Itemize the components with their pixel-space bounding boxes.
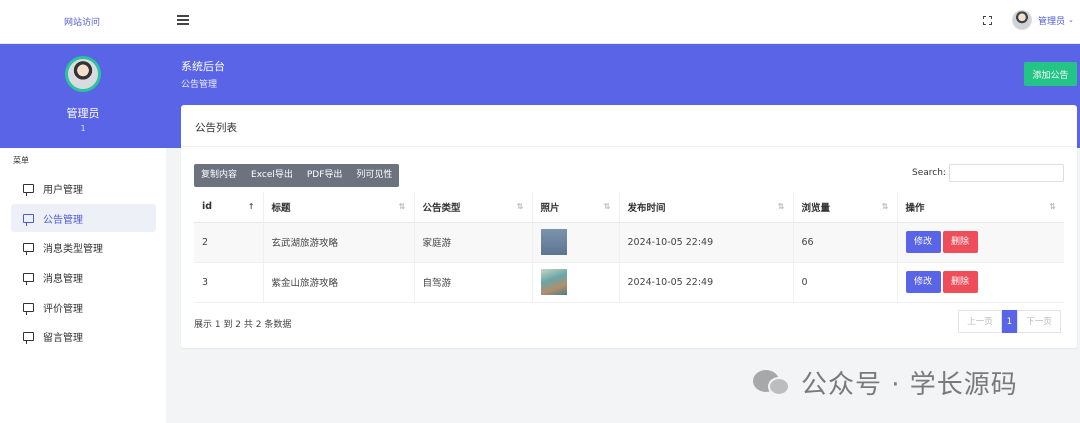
search-label: Search: [912, 168, 946, 178]
cell-type: 自驾游 [414, 262, 533, 303]
sidebar-item-label: 公告管理 [43, 214, 83, 226]
sidebar-item-label: 消息管理 [43, 273, 83, 285]
excel-export-button[interactable]: Excel导出 [244, 164, 300, 187]
sidebar-item-label: 评价管理 [43, 303, 83, 315]
search-input[interactable] [949, 164, 1064, 182]
chat-bubble-icon [23, 272, 34, 285]
next-page-button[interactable]: 下一页 [1017, 310, 1061, 333]
cell-actions: 修改 删除 [897, 222, 1064, 263]
add-notice-button[interactable]: 添加公告 [1024, 62, 1077, 86]
profile-name: 管理员 [66, 107, 100, 120]
sidebar-item-notice-management[interactable]: 公告管理 [11, 204, 156, 232]
column-header-type[interactable]: 公告类型 ⇅ [414, 192, 533, 223]
cell-views: 0 [793, 262, 898, 303]
cell-photo [532, 222, 620, 263]
user-name: 管理员 [1038, 16, 1066, 27]
notice-table: id ↑ 标题 ⇅ 公告类型 ⇅ 照片 ⇅ 发布时间 ⇅ 浏览量 ⇅ 操作 ⇅ 2 玄武湖旅游… [194, 192, 1064, 303]
prev-page-button[interactable]: 上一页 [958, 310, 1002, 333]
sort-arrows-icon: ⇅ [777, 202, 785, 211]
column-header-title[interactable]: 标题 ⇅ [263, 192, 415, 223]
hamburger-icon[interactable] [177, 15, 189, 25]
sort-arrows-icon: ⇅ [881, 202, 889, 211]
sort-arrows-icon: ⇅ [398, 202, 406, 211]
card-title: 公告列表 [195, 122, 237, 134]
delete-button[interactable]: 删除 [942, 231, 978, 253]
chat-bubble-icon [23, 183, 34, 196]
column-header-time[interactable]: 发布时间 ⇅ [619, 192, 794, 223]
sidebar-item-label: 留言管理 [43, 332, 83, 344]
cell-title: 玄武湖旅游攻略 [263, 222, 415, 263]
column-header-photo[interactable]: 照片 ⇅ [532, 192, 620, 223]
pagination: 上一页 1 下一页 [958, 310, 1061, 333]
sort-arrows-icon: ⇅ [516, 202, 524, 211]
chat-bubble-icon [23, 331, 34, 344]
cell-id: 3 [194, 262, 264, 303]
divider [181, 146, 1077, 147]
sort-arrows-icon: ⇅ [1049, 202, 1056, 211]
table-row: 3 紫金山旅游攻略 自驾游 2024-10-05 22:49 0 修改 删除 [194, 262, 1064, 303]
notice-list-card: 公告列表 复制内容 Excel导出 PDF导出 列可见性 Search: id ↑… [181, 105, 1077, 348]
pdf-export-button[interactable]: PDF导出 [300, 164, 350, 187]
export-button-group: 复制内容 Excel导出 PDF导出 列可见性 [194, 164, 400, 187]
sidebar-item-guestbook-management[interactable]: 留言管理 [11, 322, 156, 350]
wechat-logo-icon [753, 368, 793, 398]
watermark-text: 公众号 · 学长源码 [801, 370, 1018, 400]
sidebar-item-message-type-management[interactable]: 消息类型管理 [11, 233, 156, 261]
sidebar-item-message-management[interactable]: 消息管理 [11, 263, 156, 291]
chevron-down-icon: ⌄ [1068, 16, 1074, 24]
table-header-row: id ↑ 标题 ⇅ 公告类型 ⇅ 照片 ⇅ 发布时间 ⇅ 浏览量 ⇅ 操作 ⇅ [194, 192, 1064, 223]
page-title: 系统后台 [181, 60, 225, 73]
sidebar-item-user-management[interactable]: 用户管理 [11, 174, 156, 202]
chat-bubble-icon [23, 213, 34, 226]
edit-button[interactable]: 修改 [905, 271, 941, 293]
table-row: 2 玄武湖旅游攻略 家庭游 2024-10-05 22:49 66 修改 删除 [194, 222, 1064, 263]
cell-actions: 修改 删除 [897, 262, 1064, 303]
profile-id: 1 [80, 124, 86, 133]
sort-up-icon: ↑ [247, 202, 255, 211]
column-header-views[interactable]: 浏览量 ⇅ [793, 192, 898, 223]
top-bar: 网站访问 管理员 ⌄ [0, 0, 1080, 44]
column-header-actions[interactable]: 操作 ⇅ [897, 192, 1064, 223]
sidebar-item-label: 用户管理 [43, 184, 83, 196]
cell-views: 66 [793, 222, 898, 263]
photo-thumbnail[interactable] [540, 229, 567, 255]
menu-title: 菜单 [13, 156, 29, 165]
watermark: 公众号 · 学长源码 [753, 364, 1018, 401]
site-visit-link[interactable]: 网站访问 [64, 15, 100, 28]
chat-bubble-icon [23, 302, 34, 315]
sidebar-item-label: 消息类型管理 [43, 243, 103, 255]
cell-photo [532, 262, 620, 303]
sort-arrows-icon: ⇅ [603, 202, 611, 211]
cell-title: 紫金山旅游攻略 [263, 262, 415, 303]
column-header-id[interactable]: id ↑ [194, 192, 264, 223]
cell-time: 2024-10-05 22:49 [619, 262, 794, 303]
avatar [1012, 10, 1032, 30]
column-visibility-button[interactable]: 列可见性 [349, 164, 399, 187]
sidebar-profile: 管理员 1 [0, 44, 166, 148]
delete-button[interactable]: 删除 [942, 271, 978, 293]
user-menu[interactable]: 管理员 ⌄ [1012, 10, 1074, 30]
sidebar: 管理员 1 菜单 用户管理 公告管理 消息类型管理 消息管理 评价管理 留言管理 [0, 44, 166, 423]
breadcrumb: 公告管理 [181, 80, 218, 90]
profile-avatar [65, 56, 101, 92]
cell-type: 家庭游 [414, 222, 533, 263]
cell-time: 2024-10-05 22:49 [619, 222, 794, 263]
copy-button[interactable]: 复制内容 [194, 164, 244, 187]
sidebar-item-review-management[interactable]: 评价管理 [11, 293, 156, 321]
cell-id: 2 [194, 222, 264, 263]
chat-bubble-icon [23, 242, 34, 255]
pagination-info: 展示 1 到 2 共 2 条数据 [194, 320, 292, 330]
fullscreen-icon[interactable] [983, 16, 992, 25]
edit-button[interactable]: 修改 [905, 231, 941, 253]
photo-thumbnail[interactable] [540, 269, 567, 295]
page-1-button[interactable]: 1 [1002, 310, 1017, 333]
